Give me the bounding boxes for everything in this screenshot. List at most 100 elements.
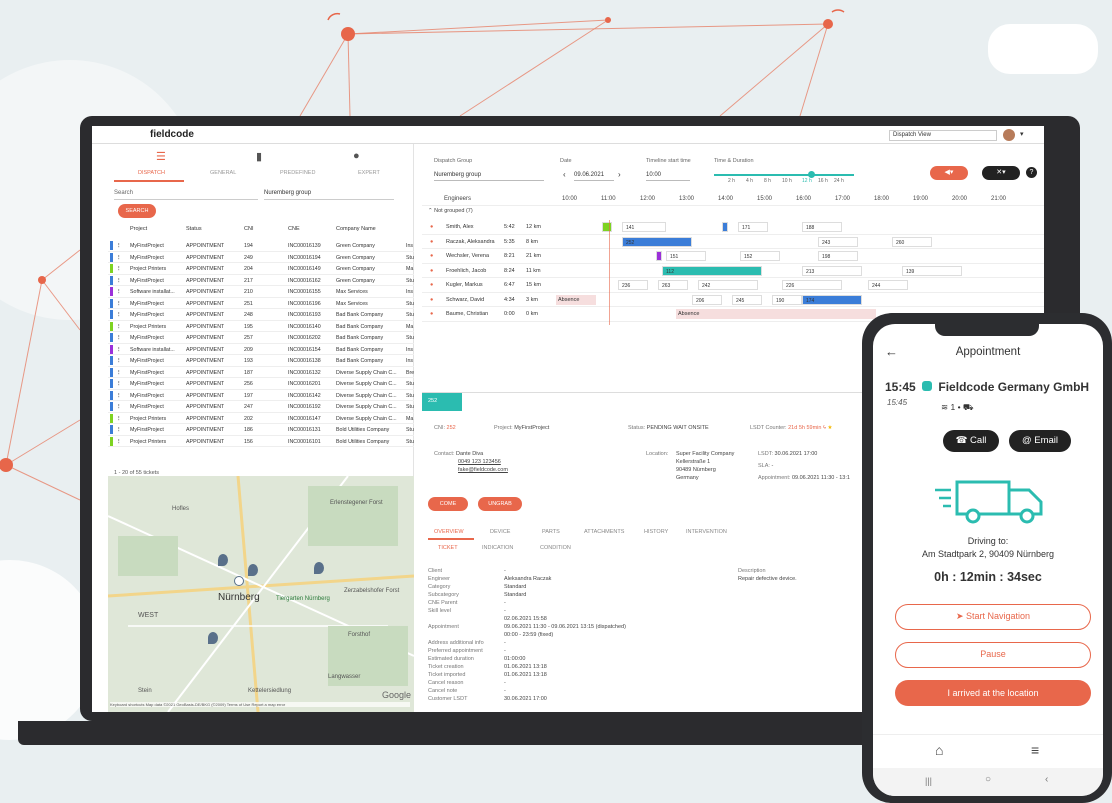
drag-handle-icon[interactable]: ⋮ bbox=[116, 266, 121, 272]
appointment-bar[interactable] bbox=[656, 251, 662, 261]
map-pin-icon[interactable] bbox=[218, 554, 228, 566]
home-icon[interactable]: ⌂ bbox=[935, 742, 943, 758]
chevron-down-icon[interactable]: ▾ bbox=[1020, 130, 1024, 138]
drag-handle-icon[interactable]: ⋮ bbox=[116, 347, 121, 353]
appointment-bar[interactable] bbox=[602, 222, 612, 232]
table-row[interactable]: ⋮ Software installat... APPOINTMENT 210 INC0… bbox=[108, 286, 414, 298]
table-row[interactable]: ⋮ MyFirstProject APPOINTMENT 187 INC00016132… bbox=[108, 367, 414, 378]
group-row[interactable]: ⌃ Not grouped (7) bbox=[428, 208, 473, 214]
drag-handle-icon[interactable]: ⋮ bbox=[116, 312, 121, 318]
arrived-button[interactable]: I arrived at the location bbox=[895, 680, 1091, 706]
dispatch-group-select[interactable]: Nuremberg group bbox=[434, 170, 544, 181]
appointment-bar[interactable]: 152 bbox=[740, 251, 780, 261]
search-input[interactable]: Search bbox=[114, 190, 258, 200]
tab-device[interactable]: DEVICE bbox=[490, 529, 510, 535]
appointment-bar[interactable]: 252 bbox=[622, 236, 692, 247]
appointment-bar[interactable]: 236 bbox=[618, 280, 648, 290]
ticket-tab[interactable]: 252 bbox=[422, 393, 462, 411]
drag-handle-icon[interactable]: ⋮ bbox=[116, 427, 121, 433]
engineer-row[interactable]: ● Smith, Alex 5:42 12 km 141 171 188 bbox=[422, 220, 1044, 235]
tab-general[interactable]: GENERAL bbox=[210, 170, 236, 176]
subtab-condition[interactable]: CONDITION bbox=[540, 545, 571, 551]
email-button[interactable]: @ Email bbox=[1009, 430, 1071, 452]
drag-handle-icon[interactable]: ⋮ bbox=[116, 370, 121, 376]
appointment-bar[interactable]: 190 bbox=[772, 294, 802, 305]
appointment-bar[interactable]: 263 bbox=[658, 280, 688, 290]
drag-handle-icon[interactable]: ⋮ bbox=[116, 278, 121, 284]
group-select[interactable]: Nuremberg group bbox=[264, 190, 394, 200]
map-cluster-icon[interactable] bbox=[234, 576, 244, 586]
drag-handle-icon[interactable]: ⋮ bbox=[116, 404, 121, 410]
notification-button[interactable]: ◀▾ bbox=[930, 166, 968, 180]
map-pin-icon[interactable] bbox=[314, 562, 324, 574]
recent-apps-icon[interactable]: ||| bbox=[925, 776, 932, 786]
clipboard-icon[interactable]: ▮ bbox=[256, 150, 262, 163]
table-row[interactable]: ⋮ MyFirstProject APPOINTMENT 248 INC00016193… bbox=[108, 309, 414, 321]
star-icon[interactable]: ★ bbox=[827, 425, 832, 431]
drag-handle-icon[interactable]: ⋮ bbox=[116, 416, 121, 422]
list-icon[interactable]: ☰ bbox=[156, 150, 166, 163]
next-day-icon[interactable]: › bbox=[618, 170, 621, 179]
call-button[interactable]: ☎ Call bbox=[943, 430, 999, 452]
table-row[interactable]: ⋮ Project Printers APPOINTMENT 204 INC000161… bbox=[108, 263, 414, 275]
engineer-row[interactable]: ● Kugler, Markus 6:47 15 km 236 263 242 226 244 bbox=[422, 278, 1044, 293]
engineer-row[interactable]: ● Raczak, Aleksandra 5:35 8 km 252 243 260 bbox=[422, 235, 1044, 249]
tab-attachments[interactable]: ATTACHMENTS bbox=[584, 529, 624, 535]
duration-slider[interactable] bbox=[714, 174, 854, 176]
contact-phone-link[interactable]: 0049 123 123456 bbox=[458, 459, 501, 465]
view-selector[interactable]: Dispatch View bbox=[889, 130, 997, 141]
engineer-row[interactable]: ● Froehlich, Jacob 8:24 11 km 112 213 139 bbox=[422, 264, 1044, 278]
tab-intervention[interactable]: INTERVENTION bbox=[686, 529, 727, 535]
drag-handle-icon[interactable]: ⋮ bbox=[116, 243, 121, 249]
appointment-bar[interactable]: 213 bbox=[802, 265, 862, 276]
map-view[interactable]: Hofles Erlenstegener Forst Nürnberg Tier… bbox=[108, 476, 414, 712]
appointment-bar[interactable]: 174 bbox=[802, 294, 862, 305]
table-row[interactable]: ⋮ MyFirstProject APPOINTMENT 197 INC00016142… bbox=[108, 390, 414, 401]
table-row[interactable]: ⋮ MyFirstProject APPOINTMENT 256 INC00016201… bbox=[108, 378, 414, 390]
col-company[interactable]: Company Name bbox=[336, 226, 376, 232]
table-row[interactable]: ⋮ MyFirstProject APPOINTMENT 257 INC00016202… bbox=[108, 332, 414, 344]
drag-handle-icon[interactable]: ⋮ bbox=[116, 393, 121, 399]
map-pin-icon[interactable] bbox=[248, 564, 258, 576]
tab-parts[interactable]: PARTS bbox=[542, 529, 560, 535]
drag-handle-icon[interactable]: ⋮ bbox=[116, 358, 121, 364]
info-icon[interactable]: ● bbox=[353, 150, 360, 162]
map-pin-icon[interactable] bbox=[208, 632, 218, 644]
appointment-bar[interactable]: 151 bbox=[666, 251, 706, 261]
drag-handle-icon[interactable]: ⋮ bbox=[116, 289, 121, 295]
engineer-row[interactable]: ● Schwarz, David 4:34 3 km Absence 206 245 190 1… bbox=[422, 293, 1044, 307]
timeline-select[interactable]: 10:00 bbox=[646, 170, 690, 181]
col-cni[interactable]: CNI bbox=[244, 226, 253, 232]
appointment-bar[interactable]: 171 bbox=[738, 222, 768, 232]
appointment-bar[interactable]: 198 bbox=[818, 251, 858, 261]
home-nav-icon[interactable]: ○ bbox=[985, 774, 991, 785]
appointment-bar[interactable]: 260 bbox=[892, 236, 932, 247]
col-cne[interactable]: CNE bbox=[288, 226, 300, 232]
start-navigation-button[interactable]: ➤ Start Navigation bbox=[895, 604, 1091, 630]
back-nav-icon[interactable]: ‹ bbox=[1045, 774, 1048, 785]
drag-handle-icon[interactable]: ⋮ bbox=[116, 335, 121, 341]
date-input[interactable]: 09.06.2021 bbox=[574, 170, 614, 181]
user-avatar[interactable] bbox=[1003, 129, 1015, 141]
help-icon[interactable]: ? bbox=[1026, 167, 1037, 178]
slider-thumb[interactable] bbox=[808, 171, 815, 178]
tab-history[interactable]: HISTORY bbox=[644, 529, 668, 535]
prev-day-icon[interactable]: ‹ bbox=[563, 170, 566, 179]
table-row[interactable]: ⋮ MyFirstProject APPOINTMENT 249 INC00016194… bbox=[108, 252, 414, 263]
col-status[interactable]: Status bbox=[186, 226, 202, 232]
tools-button[interactable]: ✕▾ bbox=[982, 166, 1020, 180]
pause-button[interactable]: Pause bbox=[895, 642, 1091, 668]
menu-icon[interactable]: ≡ bbox=[1031, 742, 1039, 758]
subtab-ticket[interactable]: TICKET bbox=[438, 545, 458, 551]
table-row[interactable]: ⋮ Project Printers APPOINTMENT 156 INC000161… bbox=[108, 436, 414, 447]
table-row[interactable]: ⋮ MyFirstProject APPOINTMENT 194 INC00016139… bbox=[108, 240, 414, 252]
tab-dispatch[interactable]: DISPATCH bbox=[138, 170, 165, 176]
search-button[interactable]: SEARCH bbox=[118, 204, 156, 218]
appointment-bar[interactable]: 188 bbox=[802, 222, 842, 232]
table-row[interactable]: ⋮ Project Printers APPOINTMENT 195 INC000161… bbox=[108, 321, 414, 332]
drag-handle-icon[interactable]: ⋮ bbox=[116, 381, 121, 387]
ungrab-button[interactable]: UNGRAB bbox=[478, 497, 522, 511]
table-row[interactable]: ⋮ Software installat... APPOINTMENT 209 INC0… bbox=[108, 344, 414, 355]
contact-email-link[interactable]: fake@fieldcode.com bbox=[458, 467, 508, 473]
appointment-bar[interactable]: 206 bbox=[692, 294, 722, 305]
